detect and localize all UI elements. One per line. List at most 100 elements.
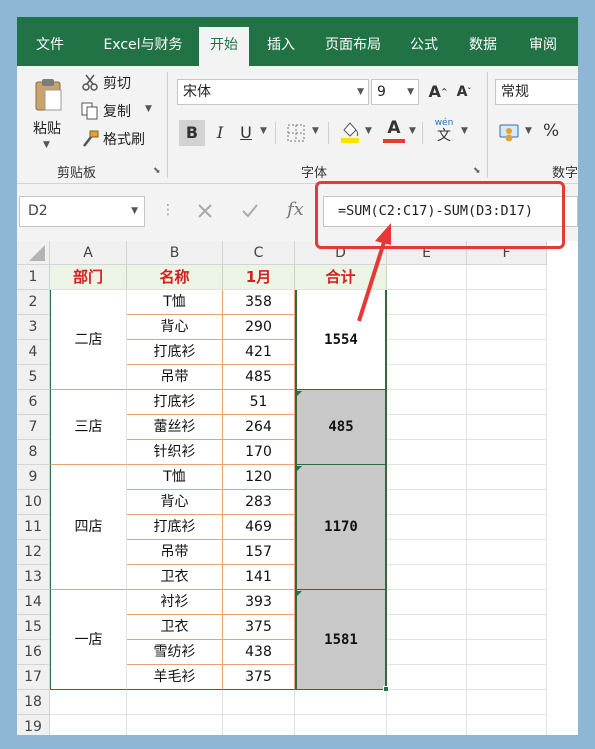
name-cell[interactable]: 针织衫 xyxy=(127,440,223,465)
paste-button[interactable]: 粘贴 ▼ xyxy=(27,74,67,158)
empty-cell[interactable] xyxy=(387,390,467,415)
name-cell[interactable]: 吊带 xyxy=(127,365,223,390)
row-header[interactable]: 11 xyxy=(17,515,50,540)
accounting-dropdown-icon[interactable]: ▼ xyxy=(525,126,532,136)
empty-cell[interactable] xyxy=(467,365,547,390)
fill-color-dropdown-icon[interactable]: ▼ xyxy=(365,126,372,136)
dept-cell[interactable]: 三店 xyxy=(50,390,127,465)
select-all-corner[interactable] xyxy=(17,241,50,265)
header-cell[interactable]: 1月 xyxy=(223,265,295,290)
empty-cell[interactable] xyxy=(223,715,295,735)
total-cell[interactable]: 1170 xyxy=(295,465,387,590)
name-cell[interactable]: T恤 xyxy=(127,465,223,490)
empty-cell[interactable] xyxy=(467,415,547,440)
dept-cell[interactable]: 一店 xyxy=(50,590,127,690)
name-cell[interactable]: T恤 xyxy=(127,290,223,315)
paste-dropdown-icon[interactable]: ▼ xyxy=(43,140,50,150)
row-header[interactable]: 6 xyxy=(17,390,50,415)
header-cell[interactable]: 名称 xyxy=(127,265,223,290)
underline-dropdown-icon[interactable]: ▼ xyxy=(260,126,267,136)
percent-style-button[interactable]: % xyxy=(543,121,559,141)
row-header[interactable]: 13 xyxy=(17,565,50,590)
font-launcher-icon[interactable]: ⬊ xyxy=(473,166,481,176)
row-header[interactable]: 7 xyxy=(17,415,50,440)
empty-cell[interactable] xyxy=(467,515,547,540)
value-cell[interactable]: 438 xyxy=(223,640,295,665)
name-cell[interactable]: 卫衣 xyxy=(127,615,223,640)
value-cell[interactable]: 393 xyxy=(223,590,295,615)
empty-cell[interactable] xyxy=(467,615,547,640)
empty-cell[interactable] xyxy=(127,715,223,735)
row-header[interactable]: 14 xyxy=(17,590,50,615)
bold-button[interactable]: B xyxy=(179,120,205,146)
italic-button[interactable]: I xyxy=(207,120,233,146)
decrease-font-size-icon[interactable]: Aˇ xyxy=(451,79,477,105)
empty-cell[interactable] xyxy=(387,690,467,715)
empty-cell[interactable] xyxy=(467,340,547,365)
empty-cell[interactable] xyxy=(467,315,547,340)
fill-handle[interactable] xyxy=(383,686,389,692)
row-header[interactable]: 9 xyxy=(17,465,50,490)
fill-color-icon[interactable] xyxy=(339,120,361,144)
empty-cell[interactable] xyxy=(467,290,547,315)
empty-cell[interactable] xyxy=(467,590,547,615)
empty-cell[interactable] xyxy=(387,340,467,365)
row-header[interactable]: 8 xyxy=(17,440,50,465)
name-cell[interactable]: 蕾丝衫 xyxy=(127,415,223,440)
phonetic-dropdown-icon[interactable]: ▼ xyxy=(461,126,468,136)
row-header[interactable]: 10 xyxy=(17,490,50,515)
empty-cell[interactable] xyxy=(467,440,547,465)
empty-cell[interactable] xyxy=(387,590,467,615)
row-header[interactable]: 5 xyxy=(17,365,50,390)
row-header[interactable]: 3 xyxy=(17,315,50,340)
confirm-entry-icon[interactable] xyxy=(241,203,259,219)
name-cell[interactable]: 衬衫 xyxy=(127,590,223,615)
borders-icon[interactable] xyxy=(287,124,305,142)
row-header[interactable]: 19 xyxy=(17,715,50,735)
row-header[interactable]: 15 xyxy=(17,615,50,640)
empty-cell[interactable] xyxy=(467,715,547,735)
row-header[interactable]: 16 xyxy=(17,640,50,665)
empty-cell[interactable] xyxy=(387,440,467,465)
name-box[interactable]: D2 ▼ xyxy=(19,196,145,227)
empty-cell[interactable] xyxy=(387,365,467,390)
empty-cell[interactable] xyxy=(387,615,467,640)
empty-cell[interactable] xyxy=(387,265,467,290)
copy-button[interactable]: 复制 ▼ xyxy=(81,100,161,122)
empty-cell[interactable] xyxy=(467,490,547,515)
total-cell[interactable]: 485 xyxy=(295,390,387,465)
tab-home[interactable]: 开始 xyxy=(199,27,249,66)
empty-cell[interactable] xyxy=(387,565,467,590)
font-name-select[interactable]: 宋体 ▼ xyxy=(177,79,369,105)
value-cell[interactable]: 170 xyxy=(223,440,295,465)
empty-cell[interactable] xyxy=(50,690,127,715)
empty-cell[interactable] xyxy=(467,565,547,590)
value-cell[interactable]: 120 xyxy=(223,465,295,490)
value-cell[interactable]: 375 xyxy=(223,665,295,690)
row-header[interactable]: 12 xyxy=(17,540,50,565)
increase-font-size-icon[interactable]: A^ xyxy=(425,79,451,105)
empty-cell[interactable] xyxy=(50,715,127,735)
name-cell[interactable]: 背心 xyxy=(127,315,223,340)
value-cell[interactable]: 283 xyxy=(223,490,295,515)
tab-insert[interactable]: 插入 xyxy=(255,17,307,66)
dept-cell[interactable]: 四店 xyxy=(50,465,127,590)
empty-cell[interactable] xyxy=(387,290,467,315)
phonetic-guide-button[interactable]: wén 文 xyxy=(431,118,457,146)
name-cell[interactable]: 吊带 xyxy=(127,540,223,565)
tab-data[interactable]: 数据 xyxy=(457,17,509,66)
name-cell[interactable]: 打底衫 xyxy=(127,515,223,540)
empty-cell[interactable] xyxy=(387,515,467,540)
tab-review[interactable]: 审阅 xyxy=(517,17,569,66)
empty-cell[interactable] xyxy=(295,690,387,715)
tab-excel-finance[interactable]: Excel与财务 xyxy=(93,17,193,66)
value-cell[interactable]: 485 xyxy=(223,365,295,390)
number-format-select[interactable]: 常规 xyxy=(495,79,578,105)
tab-page-layout[interactable]: 页面布局 xyxy=(315,17,391,66)
value-cell[interactable]: 375 xyxy=(223,615,295,640)
row-header[interactable]: 17 xyxy=(17,665,50,690)
empty-cell[interactable] xyxy=(467,690,547,715)
font-color-dropdown-icon[interactable]: ▼ xyxy=(409,126,416,136)
copy-dropdown-icon[interactable]: ▼ xyxy=(145,104,152,114)
column-header[interactable]: B xyxy=(127,241,223,265)
